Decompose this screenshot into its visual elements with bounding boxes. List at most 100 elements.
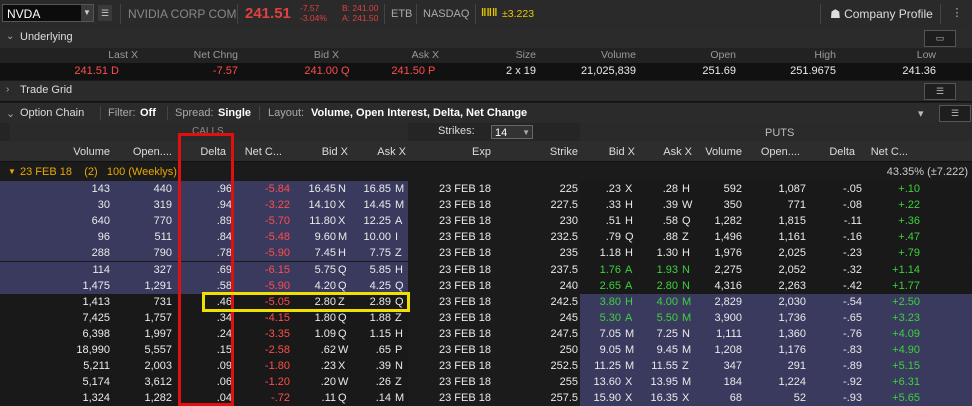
expand-icon[interactable]: › <box>6 84 9 95</box>
cell-pb[interactable]: .51 <box>606 215 621 227</box>
table-row[interactable]: 5,174 3,612.06 -1.20.20 W .26 Z 23 FEB 18 255 13… <box>0 374 972 391</box>
table-row[interactable]: 5,211 2,003.09 -1.80.23 X .39 N 23 FEB 18 252.5… <box>0 358 972 375</box>
trade-grid-view-button[interactable]: ☰ <box>924 83 956 100</box>
cell-cb[interactable]: 5.75 <box>315 264 336 276</box>
col-volume[interactable]: Volume <box>73 146 110 158</box>
cell-ca[interactable]: 1.15 <box>370 328 391 340</box>
cell-pb[interactable]: 5.30 <box>600 312 621 324</box>
cell-pa[interactable]: 9.45 <box>657 344 678 356</box>
table-row[interactable]: 18,990 5,557.15 -2.58.62 W .65 P 23 FEB 18 250 9… <box>0 342 972 358</box>
col-bid[interactable]: Bid X <box>322 146 348 158</box>
cell-pa[interactable]: .88 <box>663 231 678 243</box>
cell-cb[interactable]: .23 <box>321 360 336 372</box>
collapse-icon[interactable]: ⌄ <box>6 107 15 120</box>
cell-pa[interactable]: .39 <box>663 199 678 211</box>
cell-pb[interactable]: 9.05 <box>600 344 621 356</box>
cell-pa[interactable]: 7.25 <box>657 328 678 340</box>
trade-grid-section-header[interactable]: › Trade Grid ☰ <box>0 81 972 102</box>
cell-pa[interactable]: 13.95 <box>650 376 678 388</box>
cell-pb[interactable]: 1.76 <box>600 264 621 276</box>
symbol-menu-icon[interactable]: ☰ <box>98 5 112 21</box>
cell-cb[interactable]: 11.80 <box>309 215 336 227</box>
cell-pb[interactable]: 11.25 <box>594 360 621 372</box>
cell-pb[interactable]: 7.05 <box>600 328 621 340</box>
col-put-open-interest[interactable]: Open.... <box>761 146 800 158</box>
table-row[interactable]: 1,324 1,282.04 -.72.11 Q .14 M 23 FEB 18 257.5 1… <box>0 390 972 406</box>
symbol-dropdown-button[interactable]: ▼ <box>81 5 93 21</box>
cell-pb[interactable]: 1.18 <box>600 247 621 259</box>
col-put-volume[interactable]: Volume <box>705 146 742 158</box>
expiry-row[interactable]: ▼ 23 FEB 18 (2) 100 (Weeklys) 43.35% (±7… <box>0 162 972 181</box>
more-icon[interactable]: ⋮ <box>950 6 964 20</box>
cell-pb[interactable]: 15.90 <box>593 392 621 404</box>
cell-ca[interactable]: 12.25 <box>363 215 391 227</box>
table-row[interactable]: 1,413 731.46 -5.05 2.80 Z 2.89 Q 23 FEB 18 242.5… <box>0 293 972 310</box>
table-row[interactable]: 6,398 1,997.24 -3.35 1.09 Q 1.15 H 23 FEB 18 247… <box>0 325 972 342</box>
cell-pb[interactable]: 2.65 <box>600 280 621 292</box>
cell-ca[interactable]: .65 <box>376 344 391 356</box>
col-put-delta[interactable]: Delta <box>829 146 855 158</box>
col-strike[interactable]: Strike <box>550 146 578 158</box>
cell-ca[interactable]: 14.45 <box>363 199 391 211</box>
cell-cb[interactable]: .11 <box>322 392 336 404</box>
cell-cb[interactable]: 7.45 <box>315 247 336 259</box>
spread-value[interactable]: Single <box>218 107 251 119</box>
cell-cb[interactable]: 1.09 <box>315 328 336 340</box>
options-menu-icon[interactable]: ▾ <box>918 107 924 120</box>
table-row[interactable]: 1,475 1,291.58 -5.90 4.20 Q 4.25 Q 23 FEB 18 240… <box>0 277 972 294</box>
table-row[interactable]: 114 327.69 -6.15 5.75 Q 5.85 H 23 FEB 18 237.5 1.… <box>0 261 972 278</box>
cell-cb[interactable]: .62 <box>321 344 336 356</box>
cell-cb[interactable]: 1.80 <box>315 312 336 324</box>
cell-cb[interactable]: 4.20 <box>315 280 336 292</box>
col-put-net-change[interactable]: Net C... <box>871 146 908 158</box>
cell-pb[interactable]: .33 <box>606 199 621 211</box>
cell-pb[interactable]: .23 <box>606 183 621 195</box>
cell-pa[interactable]: 2.80 <box>657 280 678 292</box>
col-put-bid[interactable]: Bid X <box>609 146 635 158</box>
underlying-view-button[interactable]: ▭ <box>924 30 956 47</box>
cell-pa[interactable]: 4.00 <box>657 296 678 308</box>
col-exp[interactable]: Exp <box>472 146 491 158</box>
cell-ca[interactable]: 10.00 <box>363 231 391 243</box>
company-profile-button[interactable]: ☗ Company Profile <box>830 7 933 21</box>
col-ask[interactable]: Ask X <box>377 146 406 158</box>
cell-cb[interactable]: 9.60 <box>315 231 336 243</box>
cell-ca[interactable]: .26 <box>376 376 391 388</box>
cell-ca[interactable]: .39 <box>376 360 391 372</box>
table-row[interactable]: 30 319.94 -3.22 14.10 X 14.45 M 23 FEB 18 227.5.… <box>0 197 972 214</box>
cell-pa[interactable]: .28 <box>663 183 678 195</box>
cell-cb[interactable]: 14.10 <box>308 199 336 211</box>
cell-pa[interactable]: 1.93 <box>657 264 678 276</box>
strikes-select[interactable]: 14 ▼ <box>491 125 533 139</box>
table-row[interactable]: 288 790.78 -5.90 7.45 H 7.75 Z 23 FEB 18 235 1.18… <box>0 245 972 262</box>
underlying-section-header[interactable]: ⌄ Underlying ▭ <box>0 28 972 49</box>
cell-ca[interactable]: 4.25 <box>370 280 391 292</box>
cell-pa[interactable]: 1.30 <box>657 247 678 259</box>
cell-ca[interactable]: 16.85 <box>363 183 391 195</box>
cell-pa[interactable]: 5.50 <box>657 312 678 324</box>
table-row[interactable]: 96 511.84 -5.48 9.60 M 10.00 I 23 FEB 18 232.5.7… <box>0 229 972 246</box>
collapse-triangle-icon[interactable]: ▼ <box>8 167 16 176</box>
col-net-change[interactable]: Net C... <box>245 146 282 158</box>
layout-value[interactable]: Volume, Open Interest, Delta, Net Change <box>311 107 527 119</box>
col-put-ask[interactable]: Ask X <box>663 146 692 158</box>
cell-ca[interactable]: 1.88 <box>370 312 391 324</box>
table-row[interactable]: 640 770.89 -5.70 11.80 X 12.25 A 23 FEB 18 230.5… <box>0 213 972 230</box>
cell-pa[interactable]: 11.55 <box>651 360 678 372</box>
option-chain-view-button[interactable]: ☰ <box>939 105 971 122</box>
filter-value[interactable]: Off <box>140 107 156 119</box>
cell-pa[interactable]: .58 <box>663 215 678 227</box>
cell-ca[interactable]: 7.75 <box>370 247 391 259</box>
collapse-icon[interactable]: ⌄ <box>6 31 14 42</box>
cell-ca[interactable]: .14 <box>376 392 391 404</box>
cell-pb[interactable]: 3.80 <box>600 296 621 308</box>
cell-pa[interactable]: 16.35 <box>650 392 678 404</box>
cell-ca[interactable]: 5.85 <box>370 264 391 276</box>
cell-pb[interactable]: 13.60 <box>593 376 621 388</box>
cell-cb[interactable]: .20 <box>321 376 336 388</box>
cell-cb[interactable]: 16.45 <box>308 183 336 195</box>
table-row[interactable]: 143 440.96 -5.84 16.45 N 16.85 M 23 FEB 18 225.2… <box>0 181 972 197</box>
col-open-interest[interactable]: Open.... <box>133 146 172 158</box>
cell-pb[interactable]: .79 <box>606 231 621 243</box>
table-row[interactable]: 7,425 1,757.34 -4.15 1.80 Q 1.88 Z 23 FEB 18 245… <box>0 309 972 326</box>
